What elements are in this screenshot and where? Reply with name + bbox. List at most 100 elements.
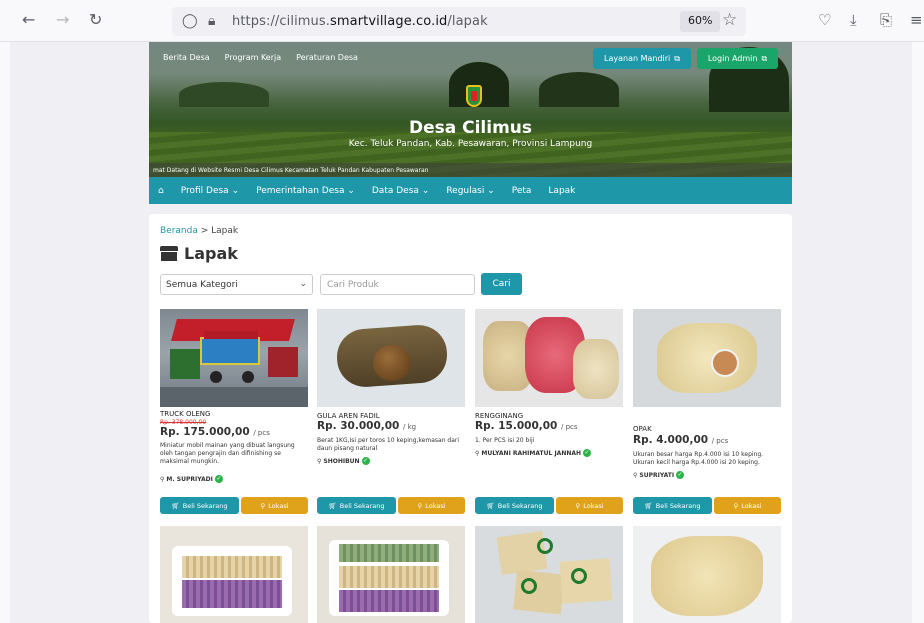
seller-name: SUPRIYATI xyxy=(639,471,675,479)
bookmark-star-icon[interactable]: ☆ xyxy=(722,10,737,30)
url-text[interactable]: https://cilimus.smartvillage.co.id/lapak xyxy=(232,14,488,29)
product-old-price: Rp. 378.000,00 xyxy=(160,419,207,426)
location-button[interactable]: ⚲ Lokasi xyxy=(241,497,308,514)
product-card: OPAK Rp. 4.000,00 / pcs Ukuran besar har… xyxy=(633,309,781,514)
external-link-icon: ⧉ xyxy=(761,53,768,63)
product-image[interactable] xyxy=(160,309,308,407)
shield-icon[interactable]: ◯ xyxy=(182,13,198,29)
product-seller[interactable]: ⚲ M. SUPRIYADI ✓ xyxy=(160,475,223,483)
user-icon: ⚲ xyxy=(475,449,480,457)
buy-now-button[interactable]: 🛒︎ Beli Sekarang xyxy=(160,497,239,514)
nav-regulasi[interactable]: Regulasi ⌄ xyxy=(446,186,494,196)
location-button[interactable]: ⚲ Lokasi xyxy=(714,497,781,514)
location-button[interactable]: ⚲ Lokasi xyxy=(556,497,623,514)
back-arrow-icon[interactable]: ← xyxy=(22,12,35,28)
breadcrumb-home[interactable]: Beranda xyxy=(160,226,198,236)
product-seller[interactable]: ⚲ MULYANI RAHIMATUL JANNAH ✓ xyxy=(475,449,592,457)
login-label: Login Admin xyxy=(707,54,758,63)
buy-now-button[interactable]: 🛒︎ Beli Sekarang xyxy=(475,497,554,514)
nav-data-desa[interactable]: Data Desa ⌄ xyxy=(372,186,429,196)
download-icon[interactable]: ⤓ xyxy=(850,11,857,29)
zoom-level-button[interactable]: 60% xyxy=(680,11,721,32)
top-links: Berita Desa Program Kerja Peraturan Desa xyxy=(163,53,358,62)
buy-label: Beli Sekarang xyxy=(655,501,701,510)
cart-icon: 🛒︎ xyxy=(486,501,495,510)
url-domain: smartvillage.co.id xyxy=(330,14,448,29)
product-image[interactable] xyxy=(633,526,781,623)
menu-icon[interactable]: ≡ xyxy=(910,11,923,29)
nav-label: Pemerintahan Desa xyxy=(256,185,345,196)
price-value: Rp. 175.000,00 xyxy=(160,426,250,438)
chevron-down-icon: ⌄ xyxy=(299,279,307,289)
product-image[interactable] xyxy=(475,526,623,623)
location-label: Lokasi xyxy=(425,501,446,510)
village-emblem-logo xyxy=(466,85,482,107)
external-link-icon: ⧉ xyxy=(674,53,680,63)
map-pin-icon: ⚲ xyxy=(417,501,423,510)
nav-lapak[interactable]: Lapak xyxy=(548,186,575,196)
buy-label: Beli Sekarang xyxy=(497,501,543,510)
home-icon[interactable]: ⌂ xyxy=(158,186,164,196)
product-seller[interactable]: ⚲ SUPRIYATI ✓ xyxy=(633,471,685,479)
location-label: Lokasi xyxy=(268,501,289,510)
address-bar[interactable]: ◯ 🔒︎ https://cilimus.smartvillage.co.id/… xyxy=(172,7,746,36)
price-unit: / pcs xyxy=(253,429,270,437)
product-name: RENGGINANG xyxy=(475,412,524,420)
login-admin-button[interactable]: Login Admin ⧉ xyxy=(697,48,778,69)
content-card: Beranda > Lapak Lapak Semua Kategori ⌄ C… xyxy=(149,214,792,623)
product-card: RENGGINANG Rp. 15.000,00 / pcs 1. Per PC… xyxy=(475,309,623,514)
verified-check-icon: ✓ xyxy=(583,449,592,457)
product-image[interactable] xyxy=(475,309,623,407)
location-button[interactable]: ⚲ Lokasi xyxy=(398,497,465,514)
site-title: Desa Cilimus xyxy=(408,118,533,138)
hero-overlay xyxy=(149,42,792,177)
buy-label: Beli Sekarang xyxy=(182,501,228,510)
location-label: Lokasi xyxy=(741,501,762,510)
product-price: Rp. 15.000,00 / pcs xyxy=(475,420,578,432)
top-link-peraturan[interactable]: Peraturan Desa xyxy=(296,53,358,62)
nav-peta[interactable]: Peta xyxy=(512,186,532,196)
top-link-program[interactable]: Program Kerja xyxy=(225,53,281,62)
lock-icon[interactable]: 🔒︎ xyxy=(208,13,215,29)
sidebar-panel xyxy=(0,42,10,623)
running-text: mat Datang di Website Resmi Desa Cilimus… xyxy=(149,163,792,177)
nav-pemerintahan-desa[interactable]: Pemerintahan Desa ⌄ xyxy=(256,186,355,196)
price-value: Rp. 30.000,00 xyxy=(317,420,400,432)
extensions-icon[interactable]: ⎘ xyxy=(880,11,892,29)
browser-toolbar: ← → ↻ ◯ 🔒︎ https://cilimus.smartvillage.… xyxy=(0,0,924,42)
product-name: GULA AREN FADIL xyxy=(317,412,380,420)
reload-icon[interactable]: ↻ xyxy=(89,12,102,28)
search-button[interactable]: Cari xyxy=(481,273,522,295)
category-select[interactable]: Semua Kategori ⌄ xyxy=(160,274,313,295)
cart-icon: 🛒︎ xyxy=(171,501,180,510)
seller-name: MULYANI RAHIMATUL JANNAH xyxy=(481,449,582,457)
buy-now-button[interactable]: 🛒︎ Beli Sekarang xyxy=(633,497,712,514)
product-image[interactable] xyxy=(317,309,465,407)
product-image[interactable] xyxy=(160,526,308,623)
pocket-icon[interactable]: ♡ xyxy=(818,11,831,29)
scrollbar[interactable] xyxy=(912,42,924,623)
cart-icon: 🛒︎ xyxy=(644,501,653,510)
cart-icon: 🛒︎ xyxy=(328,501,337,510)
product-seller[interactable]: ⚲ SHOHIBUN ✓ xyxy=(317,457,370,465)
nav-profil-desa[interactable]: Profil Desa ⌄ xyxy=(181,186,239,196)
price-unit: / pcs xyxy=(711,437,729,445)
hero-banner: Berita Desa Program Kerja Peraturan Desa… xyxy=(149,42,792,177)
main-navigation: ⌂ Profil Desa ⌄ Pemerintahan Desa ⌄ Data… xyxy=(149,177,792,204)
buy-now-button[interactable]: 🛒︎ Beli Sekarang xyxy=(317,497,396,514)
product-image[interactable] xyxy=(633,309,781,407)
top-link-berita[interactable]: Berita Desa xyxy=(163,53,210,62)
page-title: Lapak xyxy=(160,244,238,263)
nav-label: Profil Desa xyxy=(180,185,229,196)
breadcrumb-separator: > xyxy=(200,226,209,236)
forward-arrow-icon[interactable]: → xyxy=(56,12,69,28)
verified-check-icon: ✓ xyxy=(676,471,685,479)
product-image[interactable] xyxy=(317,526,465,623)
url-prefix: https://cilimus. xyxy=(232,14,330,29)
url-path: /lapak xyxy=(447,14,488,29)
product-description: 1. Per PCS isi 20 biji xyxy=(475,437,535,444)
layanan-mandiri-button[interactable]: Layanan Mandiri ⧉ xyxy=(593,48,691,69)
search-input[interactable] xyxy=(320,274,475,295)
product-price: Rp. 175.000,00 / pcs xyxy=(160,426,270,438)
map-pin-icon: ⚲ xyxy=(575,501,581,510)
